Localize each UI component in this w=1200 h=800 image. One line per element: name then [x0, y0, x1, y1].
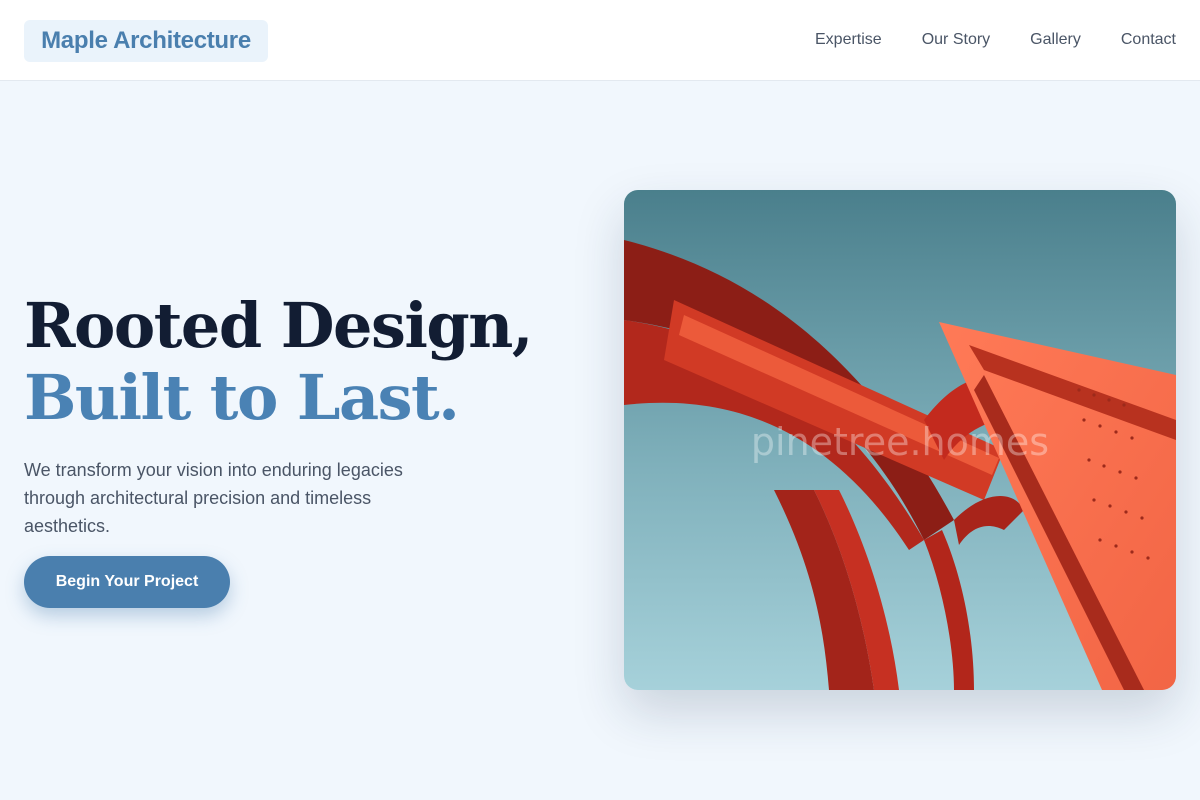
main-nav: Expertise Our Story Gallery Contact [815, 29, 1176, 51]
hero-heading: Rooted Design, Built to Last. [24, 290, 584, 434]
hero-text: Rooted Design, Built to Last. We transfo… [24, 290, 584, 540]
top-navbar: Maple Architecture Expertise Our Story G… [0, 0, 1200, 81]
nav-link-expertise[interactable]: Expertise [815, 29, 882, 51]
nav-link-gallery[interactable]: Gallery [1030, 29, 1081, 51]
nav-link-our-story[interactable]: Our Story [922, 29, 990, 51]
nav-link-contact[interactable]: Contact [1121, 29, 1176, 51]
hero-description: We transform your vision into enduring l… [24, 460, 403, 536]
hero-heading-line1: Rooted Design, [24, 289, 533, 362]
hero-image: pinetree.homes [624, 190, 1176, 690]
brand-logo[interactable]: Maple Architecture [24, 20, 268, 62]
image-watermark: pinetree.homes [750, 420, 1050, 464]
hero-heading-line2: Built to Last. [24, 361, 460, 434]
begin-project-button[interactable]: Begin Your Project [24, 556, 230, 608]
